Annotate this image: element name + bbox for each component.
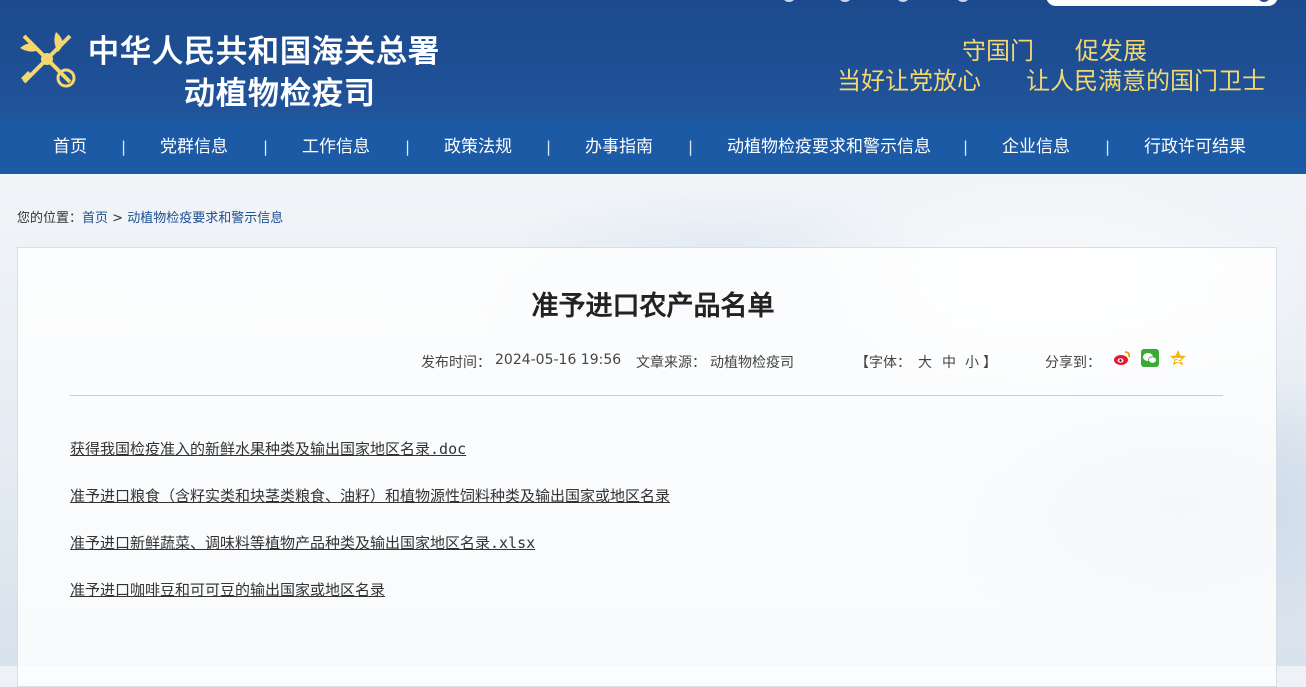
- breadcrumb-prefix: 您的位置：: [17, 211, 83, 226]
- nav-item-enterprise[interactable]: 企业信息: [1002, 120, 1070, 174]
- nav-separator: |: [263, 138, 269, 156]
- attachment-link[interactable]: 准予进口咖啡豆和可可豆的输出国家或地区名录: [70, 579, 385, 600]
- site-subtitle: 动植物检疫司: [184, 76, 376, 112]
- nav-separator: |: [405, 138, 411, 156]
- breadcrumb: 您的位置：首页 > 动植物检疫要求和警示信息: [17, 207, 283, 226]
- utility-icon[interactable]: [896, 0, 910, 2]
- source-label: 文章来源：: [636, 355, 706, 371]
- nav-separator: |: [546, 138, 552, 156]
- nav-item-license-results[interactable]: 行政许可结果: [1144, 120, 1246, 174]
- site-header: 中华人民共和国海关总署 动植物检疫司 守国门 促发展 当好让党放心 让人民满意的…: [0, 0, 1306, 120]
- breadcrumb-current-link[interactable]: 动植物检疫要求和警示信息: [127, 211, 283, 226]
- share-label: 分享到：: [1045, 355, 1101, 371]
- slogan-text: 当好让党放心: [837, 67, 981, 95]
- utility-icon[interactable]: [956, 0, 970, 2]
- nav-separator: |: [688, 138, 694, 156]
- nav-item-quarantine-requirements[interactable]: 动植物检疫要求和警示信息: [727, 120, 931, 174]
- attachment-link[interactable]: 获得我国检疫准入的新鲜水果种类及输出国家地区名录.doc: [70, 438, 466, 459]
- font-large-button[interactable]: 大: [918, 352, 932, 372]
- site-title: 中华人民共和国海关总署: [88, 34, 440, 70]
- nav-item-policy[interactable]: 政策法规: [444, 120, 512, 174]
- source-value: 动植物检疫司: [710, 355, 794, 371]
- font-small-button[interactable]: 小: [965, 352, 979, 372]
- search-icon[interactable]: [1258, 0, 1270, 2]
- search-input[interactable]: [1046, 0, 1278, 6]
- weibo-icon[interactable]: [1113, 349, 1131, 367]
- nav-separator: |: [121, 138, 127, 156]
- nav-item-guide[interactable]: 办事指南: [585, 120, 653, 174]
- publish-label: 发布时间：: [421, 355, 491, 371]
- breadcrumb-home-link[interactable]: 首页: [82, 211, 108, 226]
- qzone-icon[interactable]: [1169, 349, 1187, 367]
- publish-time: 2024-05-16 19:56: [495, 352, 622, 368]
- attachment-link[interactable]: 准予进口粮食（含籽实类和块茎类粮食、油籽）和植物源性饲料种类及输出国家或地区名录: [70, 485, 670, 506]
- font-size-close: 】: [983, 355, 997, 371]
- utility-icon[interactable]: [838, 0, 852, 2]
- main-nav: 首页 | 党群信息 | 工作信息 | 政策法规 | 办事指南 | 动植物检疫要求…: [0, 120, 1306, 174]
- nav-item-home[interactable]: 首页: [53, 120, 87, 174]
- utility-icon[interactable]: [782, 0, 796, 2]
- wechat-icon[interactable]: [1141, 349, 1159, 367]
- attachment-link[interactable]: 准予进口新鲜蔬菜、调味料等植物产品种类及输出国家地区名录.xlsx: [70, 532, 535, 553]
- nav-item-work-info[interactable]: 工作信息: [302, 120, 370, 174]
- nav-separator: |: [1105, 138, 1111, 156]
- font-size-label: 【字体：: [855, 355, 911, 371]
- slogan-text: 让人民满意的国门卫士: [1026, 67, 1266, 95]
- nav-separator: |: [963, 138, 969, 156]
- font-medium-button[interactable]: 中: [942, 352, 956, 372]
- divider: [70, 395, 1223, 396]
- breadcrumb-separator: >: [108, 211, 128, 226]
- customs-emblem-icon: [20, 32, 76, 88]
- nav-item-party-info[interactable]: 党群信息: [160, 120, 228, 174]
- article-title: 准予进口农产品名单: [531, 291, 775, 322]
